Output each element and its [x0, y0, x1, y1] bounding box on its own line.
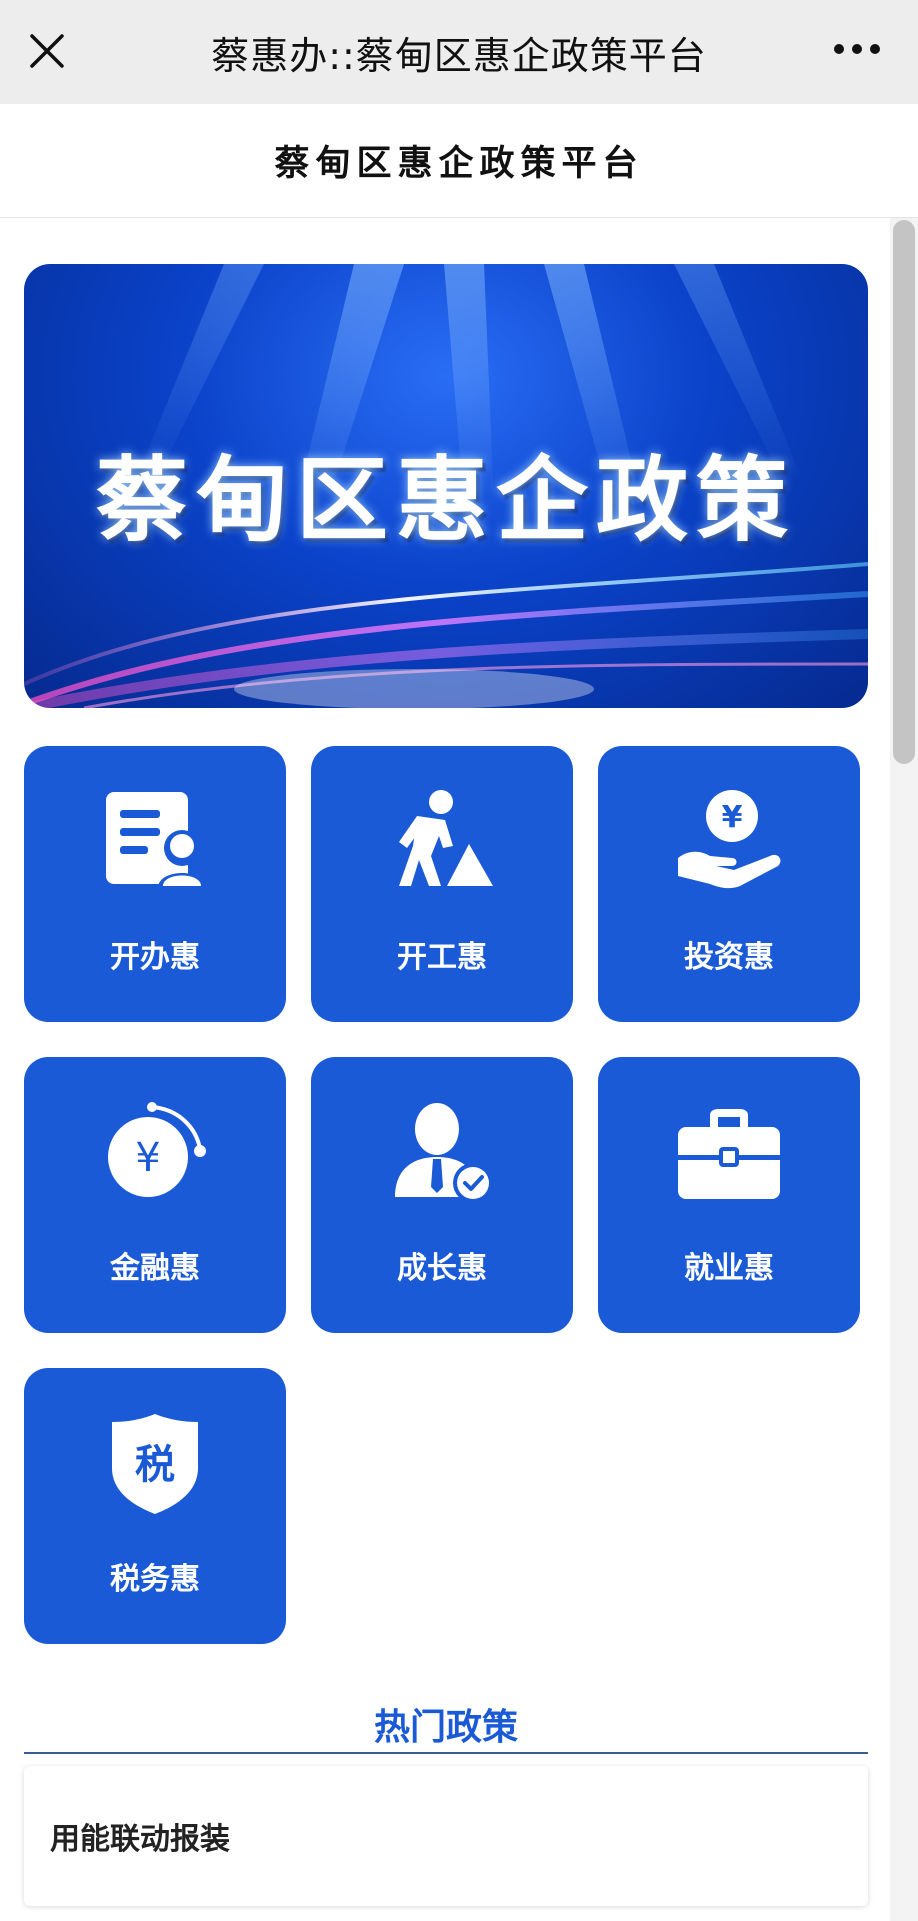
page-title: 蔡甸区惠企政策平台 [274, 144, 644, 184]
document-person-icon [106, 792, 206, 888]
section-divider [24, 1752, 868, 1754]
more-dots-icon[interactable] [834, 42, 880, 56]
hero-banner: 蔡甸区惠企政策 [24, 264, 868, 708]
construction-worker-icon [399, 790, 493, 886]
hand-yuan-coin-icon: ¥ [678, 790, 781, 889]
dot [870, 44, 880, 54]
category-label: 成长惠 [397, 1251, 487, 1286]
category-label: 投资惠 [684, 940, 774, 975]
briefcase-icon [678, 1109, 780, 1199]
tax-icon-glyph: 税 [135, 1442, 175, 1488]
category-tile-investment[interactable]: ¥ 投资惠 [598, 746, 860, 1022]
svg-text:¥: ¥ [722, 800, 743, 835]
dot [852, 44, 862, 54]
banner-title: 蔡甸区惠企政策 [95, 446, 796, 554]
close-icon[interactable] [26, 30, 68, 72]
page-header: 蔡甸区惠企政策平台 [0, 104, 918, 218]
category-label: 就业惠 [684, 1251, 774, 1286]
hot-policy-title: 热门政策 [373, 1707, 518, 1748]
category-label: 开工惠 [397, 940, 487, 975]
scrollbar[interactable] [890, 218, 918, 1921]
app-title: 蔡惠办::蔡甸区惠企政策平台 [211, 33, 707, 78]
svg-text:¥: ¥ [135, 1135, 160, 1181]
category-tile-startup[interactable]: 开办惠 [24, 746, 286, 1022]
category-tile-tax[interactable]: 税 税务惠 [24, 1368, 286, 1644]
yuan-circle-icon: ¥ [108, 1102, 206, 1197]
category-tile-construction[interactable]: 开工惠 [311, 746, 573, 1022]
app-topbar: 蔡惠办::蔡甸区惠企政策平台 [0, 0, 918, 104]
tax-shield-icon: 税 [112, 1414, 198, 1514]
category-tile-finance[interactable]: ¥ 金融惠 [24, 1057, 286, 1333]
scrollbar-thumb[interactable] [893, 220, 915, 764]
category-label: 金融惠 [110, 1251, 200, 1286]
category-tile-growth[interactable]: 成长惠 [311, 1057, 573, 1333]
category-label: 税务惠 [110, 1562, 200, 1597]
category-label: 开办惠 [110, 940, 200, 975]
dot [834, 44, 844, 54]
person-check-icon [395, 1103, 493, 1203]
category-tile-employment[interactable]: 就业惠 [598, 1057, 860, 1333]
policy-card[interactable]: 用能联动报装 [24, 1766, 868, 1906]
policy-name: 用能联动报装 [50, 1822, 230, 1857]
